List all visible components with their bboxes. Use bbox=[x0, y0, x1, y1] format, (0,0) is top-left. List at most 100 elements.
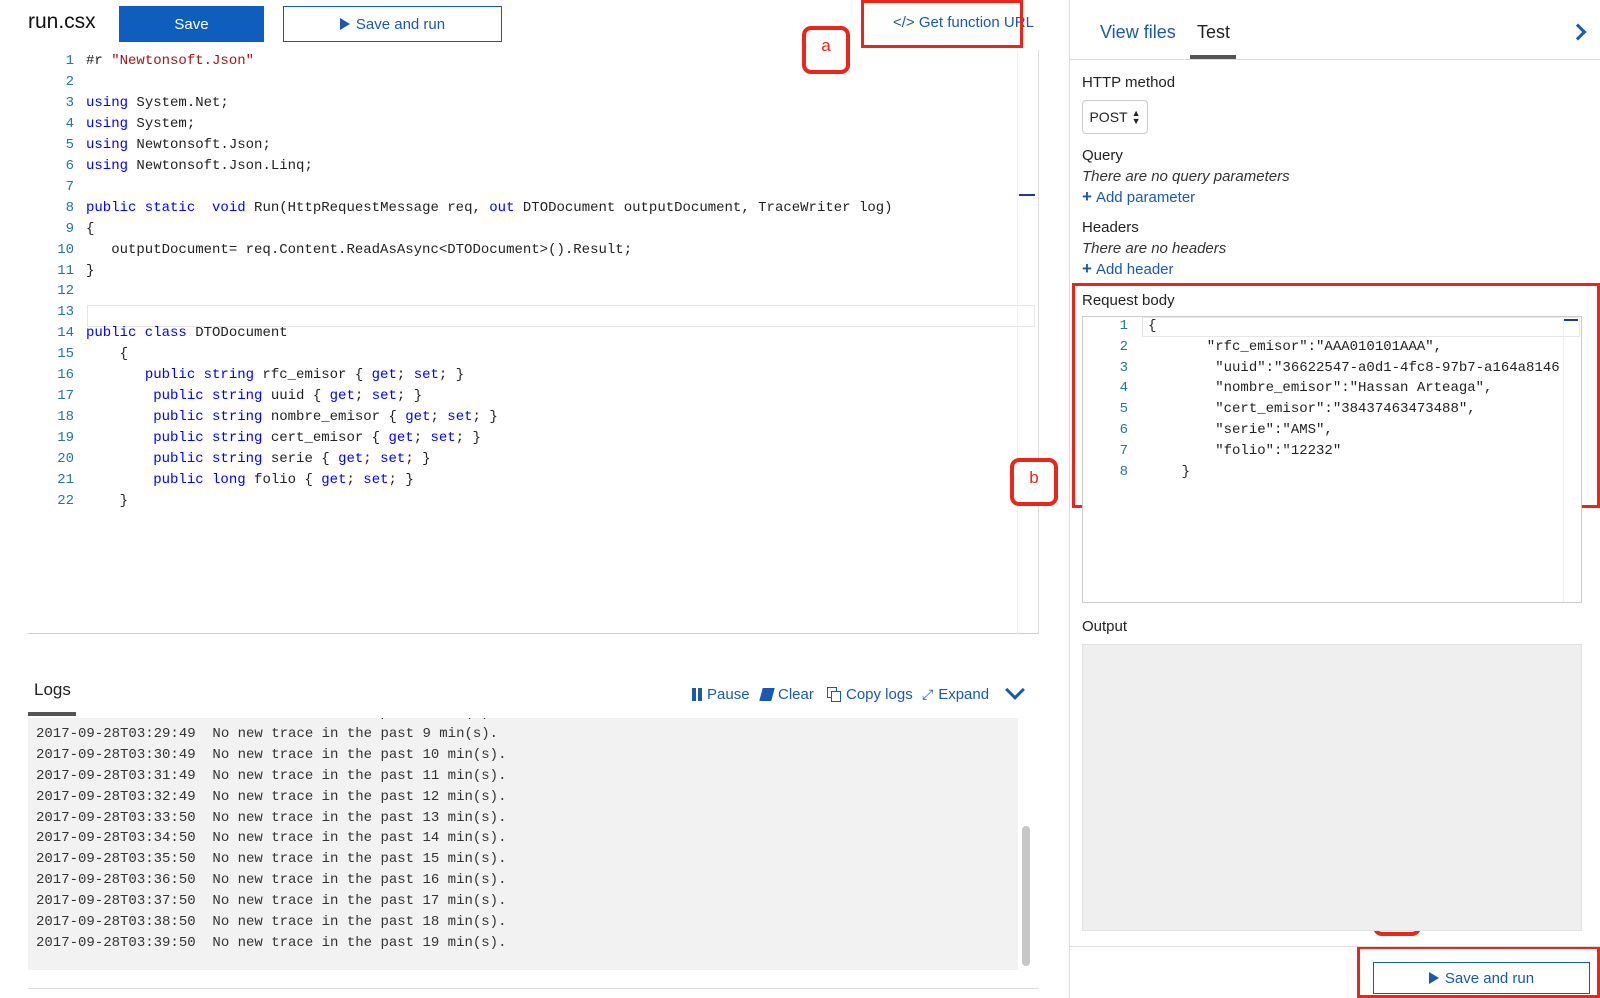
log-line: 2017-09-28T03:30:49 No new trace in the … bbox=[36, 746, 507, 763]
code-line: 14 public class DTODocument bbox=[28, 323, 287, 344]
copy-icon bbox=[827, 687, 841, 702]
query-empty-text: There are no query parameters bbox=[1082, 168, 1290, 185]
expand-button[interactable]: ⤢ Expand bbox=[922, 686, 989, 703]
line-number: 9 bbox=[65, 220, 74, 237]
tab-view-files[interactable]: View files bbox=[1100, 22, 1176, 43]
log-line: 2017-09-28T03:38:50 No new trace in the … bbox=[36, 914, 507, 930]
request-body-scrollbar[interactable] bbox=[1563, 317, 1581, 602]
line-number: 8 bbox=[65, 199, 74, 216]
code-line: 12 bbox=[28, 281, 86, 302]
request-body-line: "serie":"AMS", bbox=[1148, 422, 1333, 438]
http-method-select[interactable]: POST ▲ ▼ bbox=[1082, 100, 1148, 134]
pause-button[interactable]: Pause bbox=[692, 686, 750, 703]
code-line: 7 bbox=[28, 177, 86, 198]
headers-label: Headers bbox=[1082, 219, 1139, 236]
line-number: 6 bbox=[1119, 422, 1128, 438]
line-number: 12 bbox=[57, 283, 74, 300]
save-and-run-bottom-label: Save and run bbox=[1444, 969, 1535, 987]
save-button[interactable]: Save bbox=[119, 6, 264, 42]
log-line: 2017-09-28T03:39:50 No new trace in the … bbox=[36, 934, 507, 951]
logs-bottom-divider bbox=[28, 988, 1039, 989]
request-body-line: "nombre_emisor":"Hassan Arteaga", bbox=[1148, 380, 1493, 397]
highlight-get-url bbox=[861, 0, 1023, 48]
line-number: 19 bbox=[57, 430, 74, 447]
log-line: 2017-09-28T03:29:49 No new trace in the … bbox=[36, 725, 499, 742]
query-label: Query bbox=[1082, 147, 1123, 164]
log-line: 2017-09-28T03:37:50 No new trace in the … bbox=[36, 893, 507, 910]
expand-icon: ⤢ bbox=[922, 686, 934, 702]
play-icon bbox=[339, 18, 350, 30]
line-number: 7 bbox=[65, 178, 74, 195]
line-number: 15 bbox=[57, 346, 74, 363]
line-number: 20 bbox=[57, 451, 74, 468]
code-line: 3 using System.Net; bbox=[28, 93, 229, 114]
http-method-label: HTTP method bbox=[1082, 74, 1176, 91]
code-line: 16 public string rfc_emisor { get; set; … bbox=[28, 365, 464, 386]
line-number: 22 bbox=[57, 492, 74, 509]
add-header-link[interactable]: + Add header bbox=[1082, 259, 1174, 279]
log-line: 2017-09-28T03:32:49 No new trace in the … bbox=[36, 788, 507, 805]
line-number: 5 bbox=[1119, 401, 1128, 418]
clear-button[interactable]: Clear bbox=[759, 686, 814, 703]
play-icon bbox=[1428, 972, 1439, 984]
line-number: 13 bbox=[57, 304, 74, 321]
code-line: 18 public string nombre_emisor { get; se… bbox=[28, 407, 498, 428]
request-body-scroll-marker bbox=[1564, 319, 1578, 321]
code-line: 19 public string cert_emisor { get; set;… bbox=[28, 428, 481, 449]
clear-label: Clear bbox=[778, 686, 814, 703]
add-parameter-label: Add parameter bbox=[1095, 188, 1196, 206]
request-body-current-line bbox=[1142, 317, 1580, 337]
line-number: 21 bbox=[57, 472, 74, 488]
code-line: 5 using Newtonsoft.Json; bbox=[28, 135, 271, 156]
line-number: 3 bbox=[1119, 359, 1128, 376]
headers-empty-text: There are no headers bbox=[1082, 240, 1227, 257]
log-line: 2017-09-28T03:28:49 No new trace in the … bbox=[36, 718, 498, 721]
save-and-run-bottom-button[interactable]: Save and run bbox=[1373, 962, 1590, 994]
tabs-divider bbox=[1070, 59, 1600, 60]
code-line: 17 public string uuid { get; set; } bbox=[28, 386, 422, 407]
logs-tab-underline bbox=[28, 712, 76, 716]
request-body-line: "uuid":"36622547-a0d1-4fc8-97b7-a164a814… bbox=[1148, 359, 1560, 376]
line-number: 2 bbox=[65, 73, 74, 90]
copy-logs-button[interactable]: Copy logs bbox=[827, 686, 913, 703]
callout-b: b bbox=[1010, 458, 1058, 506]
logs-output[interactable]: 2017-09-28T03:28:49 No new trace in the … bbox=[28, 718, 1018, 970]
code-line: 21 public long folio { get; set; } bbox=[28, 470, 414, 491]
save-and-run-button[interactable]: Save and run bbox=[283, 6, 502, 42]
log-line: 2017-09-28T03:34:50 No new trace in the … bbox=[36, 830, 507, 847]
line-number: 1 bbox=[1119, 318, 1128, 334]
copy-logs-label: Copy logs bbox=[846, 686, 913, 703]
line-number: 7 bbox=[1119, 442, 1128, 459]
logs-scrollbar[interactable] bbox=[1022, 826, 1030, 966]
editor-scroll-marker bbox=[1019, 194, 1035, 196]
http-method-value: POST bbox=[1089, 109, 1128, 125]
add-header-label: Add header bbox=[1095, 260, 1174, 278]
code-line: 22 } bbox=[28, 491, 128, 512]
code-line: 8 public static void Run(HttpRequestMessa… bbox=[28, 198, 893, 219]
add-parameter-link[interactable]: + Add parameter bbox=[1082, 187, 1195, 207]
output-label: Output bbox=[1082, 618, 1128, 635]
code-line: 11} bbox=[28, 261, 94, 282]
code-line: 6 using Newtonsoft.Json.Linq; bbox=[28, 156, 313, 177]
line-number: 11 bbox=[57, 262, 74, 279]
code-line: 9{ bbox=[28, 219, 95, 240]
line-number: 14 bbox=[57, 325, 74, 342]
right-bottom-divider bbox=[1070, 946, 1600, 947]
line-number: 6 bbox=[65, 157, 74, 174]
logs-title: Logs bbox=[34, 680, 71, 699]
tab-test[interactable]: Test bbox=[1197, 22, 1230, 43]
pause-label: Pause bbox=[707, 686, 750, 703]
line-number: 4 bbox=[1119, 380, 1128, 397]
request-body-label: Request body bbox=[1082, 292, 1175, 309]
line-number: 16 bbox=[57, 367, 74, 384]
pause-icon bbox=[692, 688, 702, 701]
code-line: 1 #r "Newtonsoft.Json" bbox=[28, 51, 254, 72]
file-title: run.csx bbox=[28, 10, 96, 33]
code-line: 4 using System; bbox=[28, 114, 196, 135]
editor-scrollbar[interactable] bbox=[1017, 50, 1039, 634]
line-number: 8 bbox=[1119, 463, 1128, 480]
code-line: 13 bbox=[28, 302, 86, 323]
callout-a: a bbox=[802, 26, 850, 74]
request-body-line: } bbox=[1148, 463, 1191, 480]
chevron-down-icon[interactable] bbox=[1005, 680, 1025, 700]
